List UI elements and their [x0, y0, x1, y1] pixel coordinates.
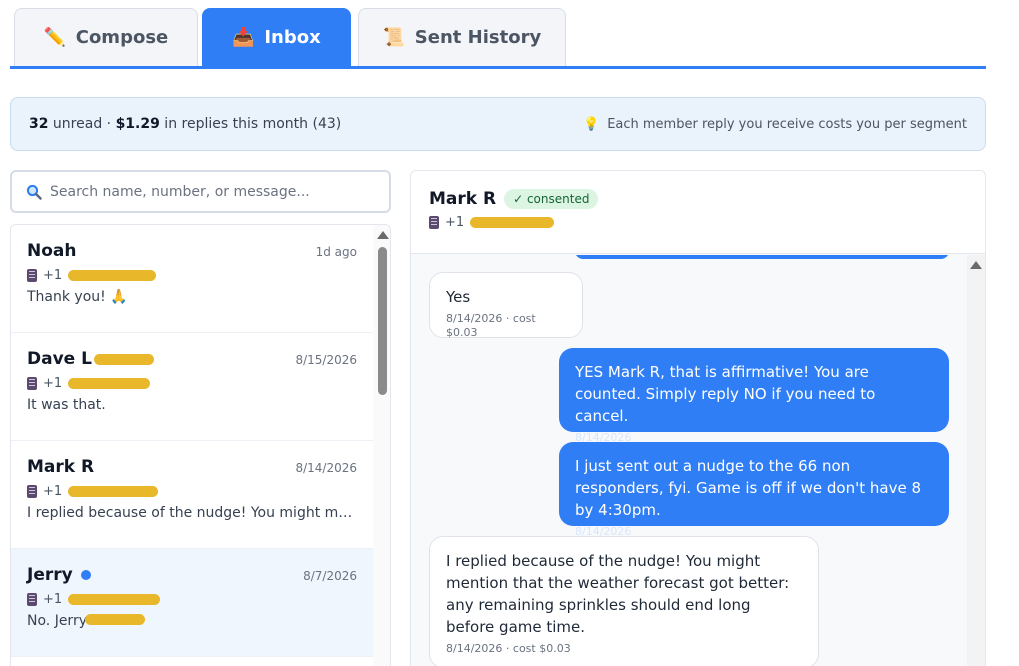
search-box [10, 170, 391, 213]
message-text: Yes [446, 288, 471, 306]
unread-label: unread · [48, 116, 116, 132]
contact-name: Mark R [429, 189, 497, 209]
contact-phone: +1 [27, 484, 357, 499]
redaction-mark [85, 614, 146, 625]
tab-inbox[interactable]: 📥 Inbox [202, 8, 351, 66]
message-meta: 8/14/2026 · cost $0.03 [446, 642, 571, 655]
mobile-phone-icon [27, 485, 37, 498]
phone-number: +1 [43, 268, 63, 283]
contact-phone: +1 [27, 268, 357, 283]
contact-header: Mark R ✓ consented [429, 189, 985, 209]
conversation-item[interactable]: Jerry 8/7/2026 +1 No. Jerry [11, 549, 373, 657]
message-meta: 8/14/2026 · cost $0.03 [446, 312, 536, 339]
conversation-time: 8/7/2026 [303, 569, 357, 583]
previous-message-edge [575, 255, 949, 259]
stats-banner: 32 unread · $1.29 in replies this month … [10, 97, 986, 151]
cost-tip-text: Each member reply you receive costs you … [607, 116, 967, 132]
inbox-app: ✏️ Compose 📥 Inbox 📜 Sent History 32 unr… [0, 0, 1019, 666]
unread-count: 32 [29, 116, 49, 132]
conversation-time: 8/14/2026 [295, 461, 357, 475]
phone-number: +1 [43, 592, 63, 607]
phone-number: +1 [43, 376, 63, 391]
contact-phone: +1 [429, 215, 985, 230]
conversation-header: Mark R ✓ consented +1 [411, 171, 985, 254]
tab-sent-history[interactable]: 📜 Sent History [358, 8, 566, 66]
phone-number: +1 [43, 484, 63, 499]
pencil-icon: ✏️ [43, 27, 67, 48]
contact-phone: +1 [27, 376, 357, 391]
tab-label: Compose [75, 27, 169, 48]
message-preview: It was that. [27, 397, 106, 413]
list-scrollbar[interactable] [373, 225, 390, 666]
conversation-list: Noah 1d ago +1 Thank you! 🙏 Dave L 8/15/… [10, 224, 391, 666]
contact-name: Jerry [27, 565, 73, 585]
inbox-tray-icon: 📥 [232, 27, 255, 48]
scroll-up-arrow-icon[interactable] [970, 261, 982, 269]
tab-label: Sent History [414, 27, 542, 48]
scroll-up-arrow-icon[interactable] [377, 231, 389, 239]
outgoing-message: YES Mark R, that is affirmative! You are… [559, 348, 949, 444]
redaction-mark [68, 270, 157, 281]
tab-bar: ✏️ Compose 📥 Inbox 📜 Sent History [10, 8, 986, 69]
phone-number: +1 [445, 215, 465, 230]
message-preview: Thank you! 🙏 [27, 289, 128, 305]
search-input[interactable] [50, 183, 370, 200]
redaction-mark [68, 378, 151, 389]
message-text: YES Mark R, that is affirmative! You are… [575, 363, 876, 425]
scroll-icon: 📜 [382, 27, 406, 48]
redaction-mark [68, 594, 161, 605]
mobile-phone-icon [27, 269, 37, 282]
mobile-phone-icon [27, 593, 37, 606]
outgoing-message: I just sent out a nudge to the 66 non re… [559, 442, 949, 538]
message-preview: I replied because of the nudge! You migh… [27, 505, 357, 521]
mobile-phone-icon [429, 216, 439, 229]
unread-dot-icon [80, 570, 91, 580]
redaction-mark [68, 486, 159, 497]
conversation-time: 1d ago [315, 245, 357, 259]
conversation-panel: Mark R ✓ consented +1 Yes 8/14/2026 · co… [410, 170, 986, 666]
cost-tip: 💡 Each member reply you receive costs yo… [583, 117, 967, 132]
contact-phone: +1 [27, 592, 357, 607]
contact-name: Noah [27, 241, 77, 261]
unread-summary: 32 unread · $1.29 in replies this month … [29, 116, 341, 132]
cost-label: in replies this month (43) [159, 116, 342, 132]
message-text: I replied because of the nudge! You migh… [446, 552, 790, 636]
tab-compose[interactable]: ✏️ Compose [14, 8, 198, 66]
conversation-item[interactable]: Noah 1d ago +1 Thank you! 🙏 [11, 225, 373, 333]
tab-label: Inbox [264, 27, 321, 48]
conversation-time: 8/15/2026 [295, 353, 357, 367]
redaction-mark [470, 217, 555, 228]
message-thread: Yes 8/14/2026 · cost $0.03 YES Mark R, t… [411, 255, 985, 666]
thread-scrollbar[interactable] [967, 255, 985, 666]
lightbulb-icon: 💡 [583, 116, 600, 132]
conversation-item[interactable]: Dave L 8/15/2026 +1 It was that. [11, 333, 373, 441]
reply-cost: $1.29 [115, 116, 160, 132]
search-icon [26, 184, 42, 200]
scrollbar-thumb[interactable] [378, 247, 387, 395]
incoming-message: I replied because of the nudge! You migh… [429, 536, 819, 666]
message-preview: No. Jerry [27, 613, 87, 629]
incoming-message: Yes 8/14/2026 · cost $0.03 [429, 272, 583, 339]
redaction-mark [93, 353, 154, 365]
message-preview-wrap: No. Jerry [27, 613, 357, 629]
message-text: I just sent out a nudge to the 66 non re… [575, 457, 921, 519]
contact-name: Dave L [27, 349, 92, 369]
consent-badge: ✓ consented [504, 189, 599, 209]
conversation-item[interactable]: Mark R 8/14/2026 +1 I replied because of… [11, 441, 373, 549]
mobile-phone-icon [27, 377, 37, 390]
